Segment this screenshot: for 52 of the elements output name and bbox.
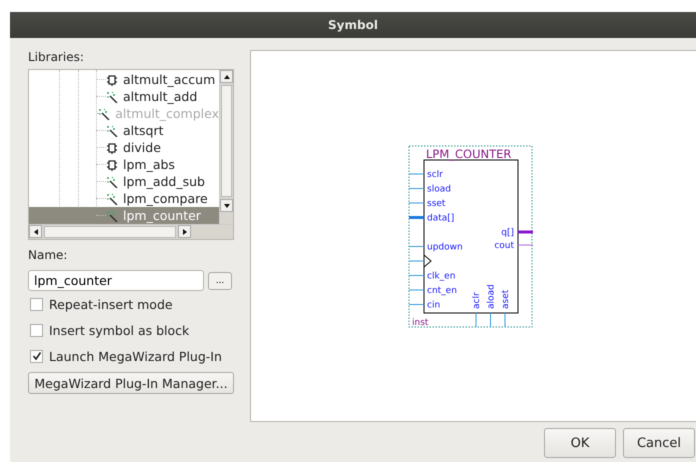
horizontal-scrollbar[interactable]: [29, 224, 233, 239]
window-title: Symbol: [328, 18, 378, 32]
pin-label: aset: [501, 290, 511, 309]
wand-icon: [106, 210, 118, 222]
option-label: Repeat-insert mode: [49, 296, 173, 312]
pin-label: sload: [427, 184, 451, 194]
chip-icon: [106, 74, 118, 86]
up-arrow-icon: [224, 74, 230, 80]
pin-label: sclr: [427, 170, 443, 180]
libraries-label: Libraries:: [28, 50, 85, 66]
chip-icon: [106, 158, 118, 170]
pin-label: aload: [486, 284, 496, 309]
pin-label: data[]: [427, 214, 454, 224]
checkbox[interactable]: [30, 324, 43, 336]
pin-label: cin: [427, 300, 440, 310]
pin-label: q[]: [501, 228, 514, 238]
name-field[interactable]: lpm_counter: [28, 270, 204, 291]
wand-icon: [98, 108, 110, 120]
library-item[interactable]: lpm_abs: [29, 156, 219, 173]
name-label: Name:: [28, 248, 68, 264]
instance-label: inst: [412, 318, 428, 328]
vertical-scrollbar[interactable]: [219, 70, 233, 224]
option-label: Launch MegaWizard Plug-In: [49, 348, 222, 364]
pin-label: cnt_en: [427, 286, 457, 296]
pin-label: sset: [427, 199, 446, 209]
pin-label: updown: [427, 242, 463, 252]
library-item[interactable]: altsqrt: [29, 122, 219, 139]
library-item[interactable]: altmult_accum: [29, 71, 219, 88]
ok-button[interactable]: OK: [544, 428, 616, 458]
library-item[interactable]: altmult_add: [29, 88, 219, 105]
symbol-title: LPM_COUNTER: [426, 147, 512, 161]
library-item[interactable]: lpm_compare: [29, 190, 219, 207]
library-item[interactable]: divide: [29, 139, 219, 156]
down-arrow-icon: [224, 202, 230, 208]
library-item[interactable]: lpm_add_sub: [29, 173, 219, 190]
right-arrow-icon: [182, 228, 188, 234]
pin-label: cout: [494, 241, 514, 251]
wand-icon: [106, 192, 118, 204]
option-label: Insert symbol as block: [49, 322, 190, 338]
checkbox[interactable]: [30, 350, 43, 362]
cancel-button[interactable]: Cancel: [623, 428, 695, 458]
pin-label: aclr: [472, 292, 482, 309]
megawizard-manager-button[interactable]: MegaWizard Plug-In Manager...: [28, 372, 234, 394]
left-arrow-icon: [32, 228, 38, 234]
checkbox[interactable]: [30, 298, 43, 310]
wand-icon: [106, 90, 118, 102]
browse-button[interactable]: ...: [208, 272, 232, 290]
wand-icon: [106, 124, 118, 136]
clock-icon: [424, 254, 432, 268]
wand-icon: [106, 176, 118, 188]
pin-label: clk_en: [427, 272, 456, 282]
chip-icon: [106, 142, 118, 154]
